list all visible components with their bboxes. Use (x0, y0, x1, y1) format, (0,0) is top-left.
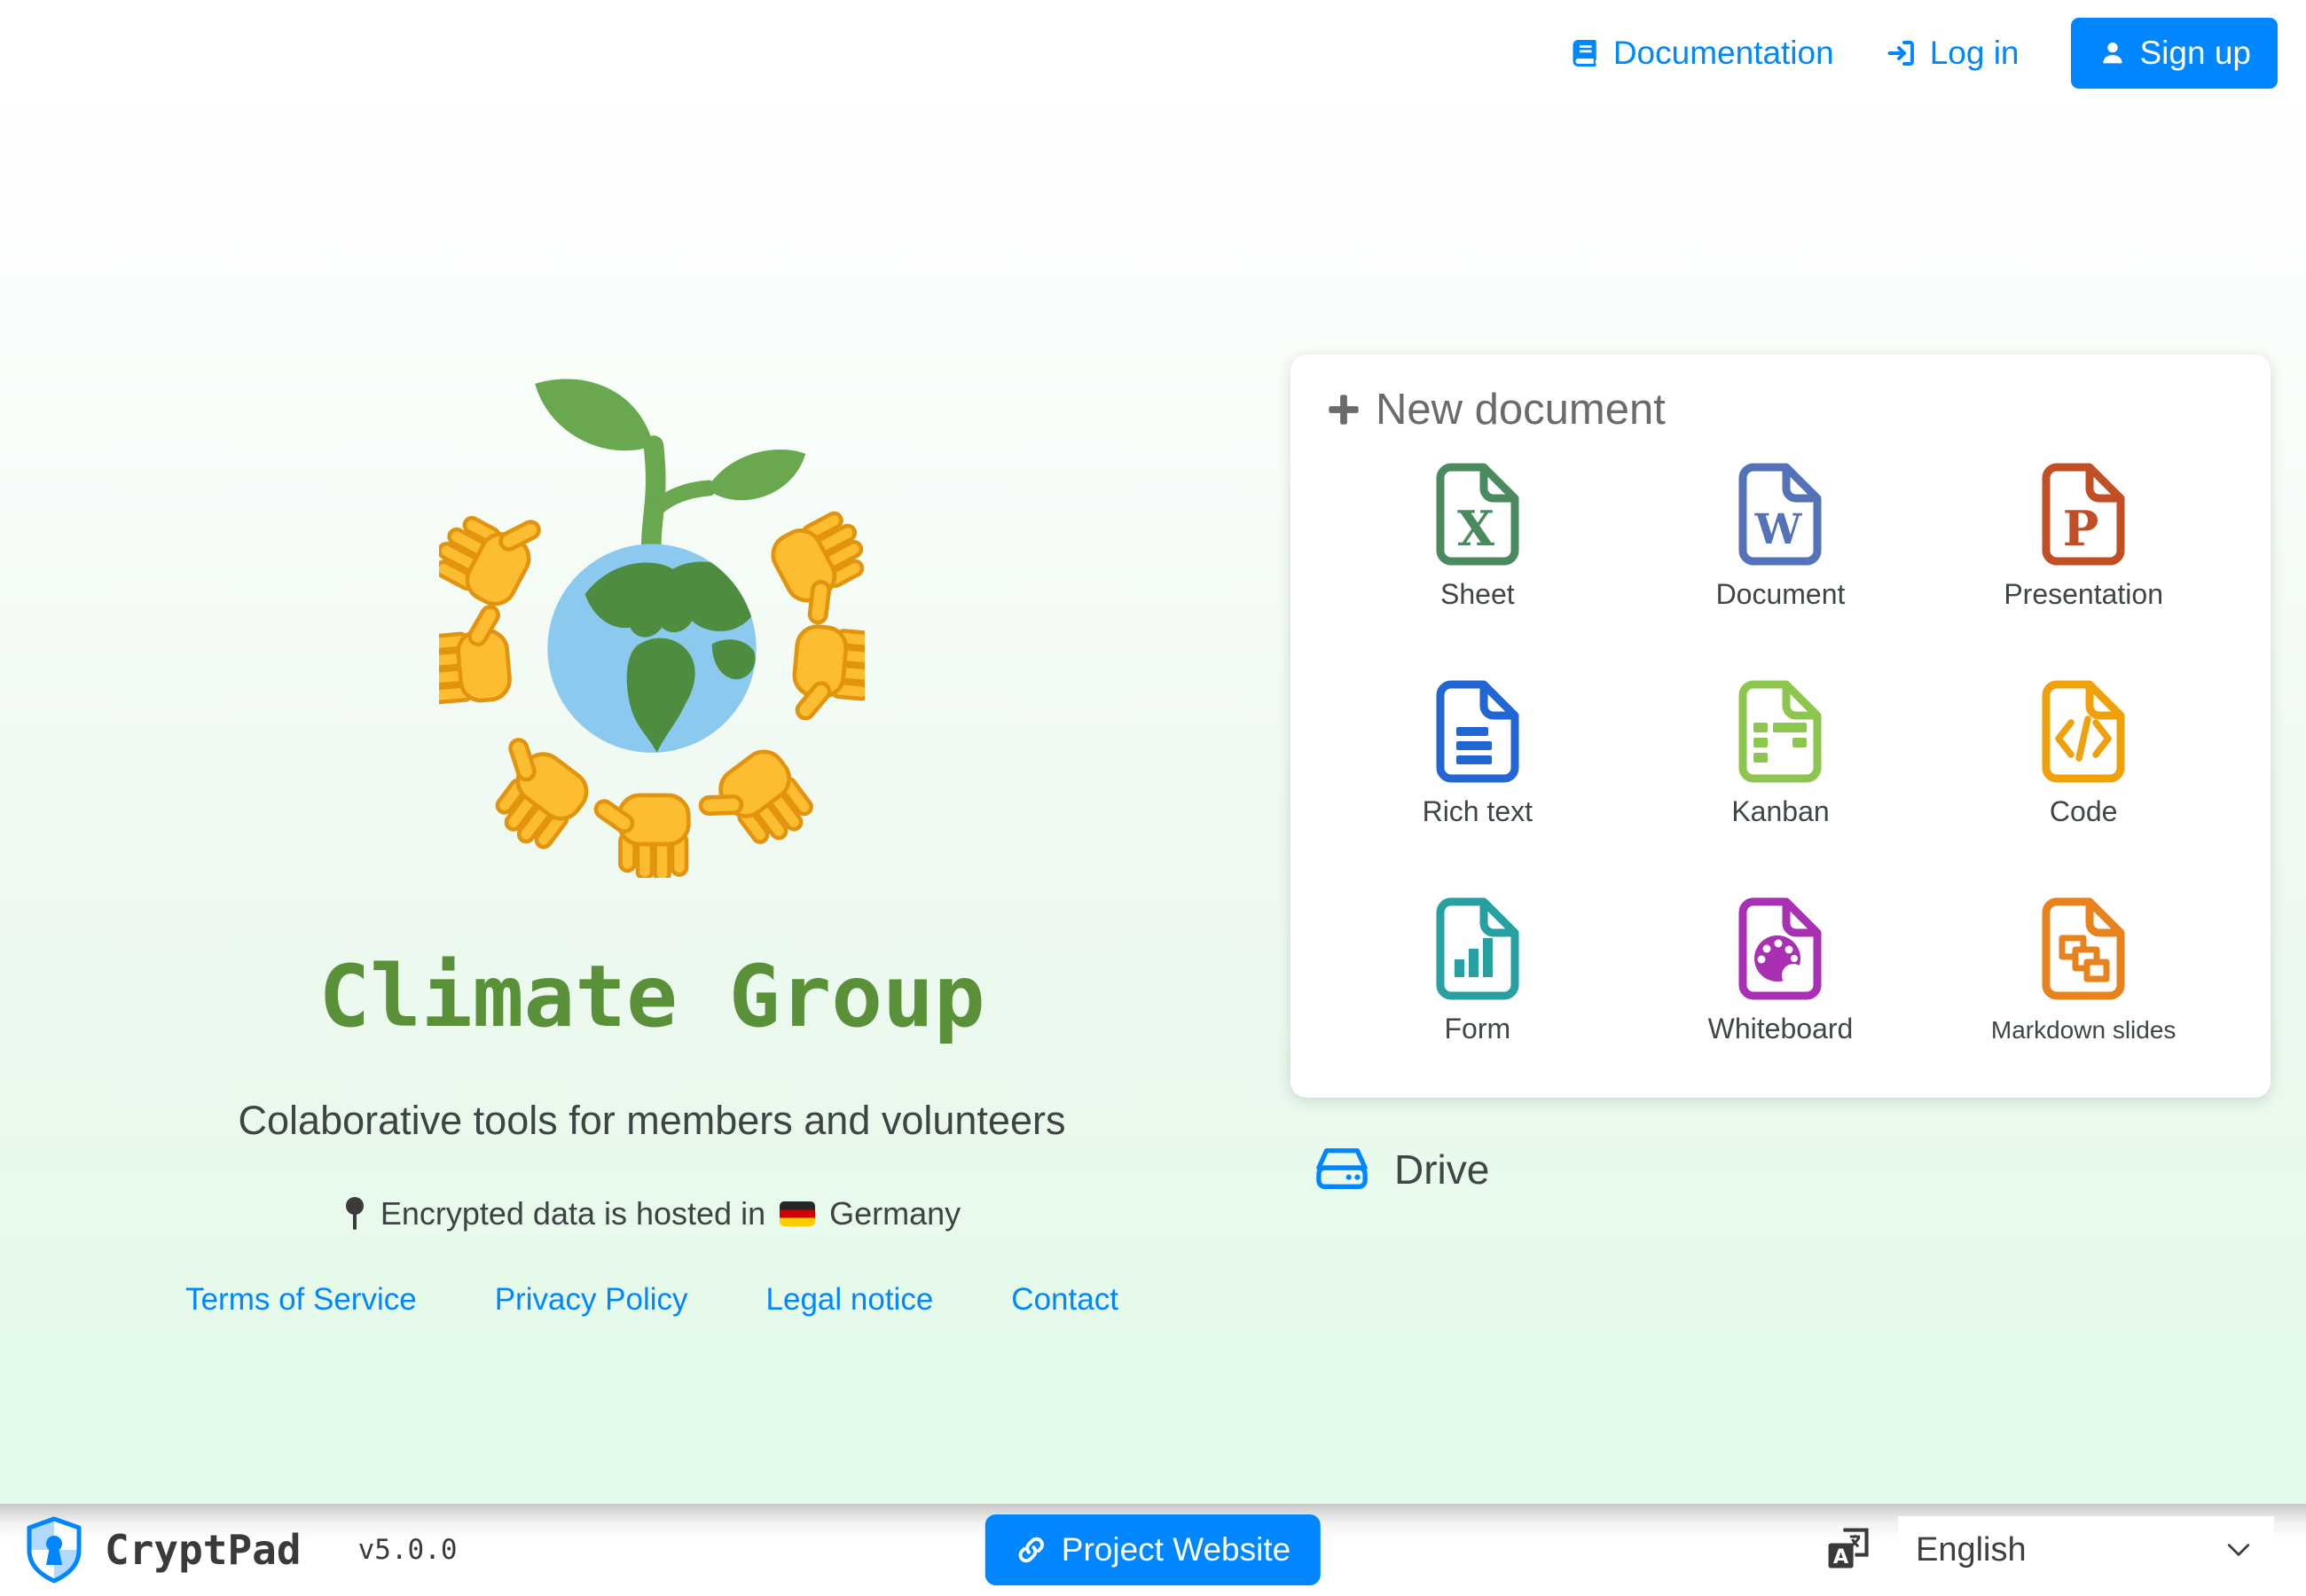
germany-flag-icon (780, 1201, 815, 1226)
new-doc-kanban[interactable]: Kanban (1629, 678, 1933, 896)
kanban-file-icon (1736, 678, 1824, 785)
new-doc-presentation[interactable]: P Presentation (1932, 461, 2235, 678)
hosting-text: Encrypted data is hosted in (380, 1195, 765, 1232)
documentation-link[interactable]: Documentation (1569, 35, 1834, 72)
footer-version: v5.0.0 (358, 1534, 458, 1566)
link-icon (1016, 1534, 1047, 1566)
doc-type-label: Rich text (1423, 795, 1533, 828)
drive-link[interactable]: Drive (1314, 1144, 1489, 1195)
top-nav: Documentation Log in Sign up (1569, 18, 2278, 89)
new-document-title: New document (1376, 385, 1666, 434)
footer-brand-name: CryptPad (105, 1526, 302, 1574)
footer: CryptPad v5.0.0 Project Website A Englis… (0, 1504, 2306, 1596)
new-doc-code[interactable]: Code (1932, 678, 2235, 896)
svg-text:P: P (2063, 500, 2099, 557)
svg-text:X: X (1457, 500, 1494, 557)
rich-text-file-icon (1433, 678, 1522, 785)
doc-type-label: Code (2050, 795, 2118, 828)
doc-type-label: Presentation (2004, 578, 2163, 611)
drive-label: Drive (1394, 1146, 1489, 1193)
login-link[interactable]: Log in (1886, 35, 2020, 72)
location-pin-icon (343, 1196, 366, 1232)
hosting-country: Germany (829, 1195, 961, 1232)
terms-of-service-link[interactable]: Terms of Service (185, 1282, 417, 1318)
document-file-icon: W (1736, 461, 1824, 567)
user-icon (2098, 38, 2128, 68)
new-doc-form[interactable]: Form (1326, 896, 1629, 1113)
instance-title: Climate Group (111, 947, 1193, 1046)
markdown-slides-file-icon (2039, 896, 2128, 1002)
hosting-info: Encrypted data is hosted in Germany (111, 1195, 1193, 1232)
doc-type-label: Form (1445, 1013, 1511, 1045)
cryptpad-shield-icon (25, 1516, 83, 1584)
privacy-policy-link[interactable]: Privacy Policy (495, 1282, 688, 1318)
language-translate-icon: A (1824, 1525, 1873, 1575)
new-doc-markdown-slides[interactable]: Markdown slides (1932, 896, 2235, 1113)
login-label: Log in (1930, 35, 2020, 72)
new-document-card: New document X Sheet W Document P (1290, 355, 2271, 1098)
doc-type-label: Document (1716, 578, 1846, 611)
sheet-file-icon: X (1433, 461, 1522, 567)
language-select[interactable]: English (1898, 1516, 2274, 1584)
language-group: A English (1824, 1516, 2274, 1584)
presentation-file-icon: P (2039, 461, 2128, 567)
instance-subtitle: Colaborative tools for members and volun… (111, 1098, 1193, 1144)
footer-brand[interactable]: CryptPad v5.0.0 (25, 1516, 458, 1584)
svg-text:W: W (1754, 505, 1803, 554)
document-type-grid: X Sheet W Document P Presentation (1326, 461, 2235, 1113)
new-doc-sheet[interactable]: X Sheet (1326, 461, 1629, 678)
new-doc-whiteboard[interactable]: Whiteboard (1629, 896, 1933, 1113)
code-file-icon (2039, 678, 2128, 785)
signup-label: Sign up (2140, 35, 2252, 72)
doc-type-label: Kanban (1731, 795, 1829, 828)
new-document-header: New document (1326, 385, 2235, 434)
whiteboard-file-icon (1736, 896, 1824, 1002)
documentation-label: Documentation (1613, 35, 1834, 72)
doc-type-label: Sheet (1440, 578, 1515, 611)
book-icon (1569, 37, 1601, 69)
drive-icon (1314, 1144, 1369, 1195)
hero-section: Climate Group Colaborative tools for mem… (111, 310, 1193, 1318)
svg-text:A: A (1833, 1545, 1849, 1569)
instance-logo-earth-hands-icon (439, 310, 865, 878)
sign-in-icon (1886, 37, 1918, 69)
new-doc-rich-text[interactable]: Rich text (1326, 678, 1629, 896)
contact-link[interactable]: Contact (1011, 1282, 1118, 1318)
language-selected-value: English (1916, 1531, 2027, 1569)
project-website-button[interactable]: Project Website (985, 1514, 1321, 1585)
legal-links: Terms of Service Privacy Policy Legal no… (111, 1282, 1193, 1318)
legal-notice-link[interactable]: Legal notice (766, 1282, 934, 1318)
form-file-icon (1433, 896, 1522, 1002)
signup-button[interactable]: Sign up (2071, 18, 2279, 89)
new-doc-document[interactable]: W Document (1629, 461, 1933, 678)
doc-type-label: Markdown slides (1991, 1016, 2177, 1044)
plus-icon (1326, 392, 1361, 427)
project-website-label: Project Website (1062, 1531, 1290, 1569)
doc-type-label: Whiteboard (1708, 1013, 1854, 1045)
chevron-down-icon (2226, 1542, 2251, 1558)
